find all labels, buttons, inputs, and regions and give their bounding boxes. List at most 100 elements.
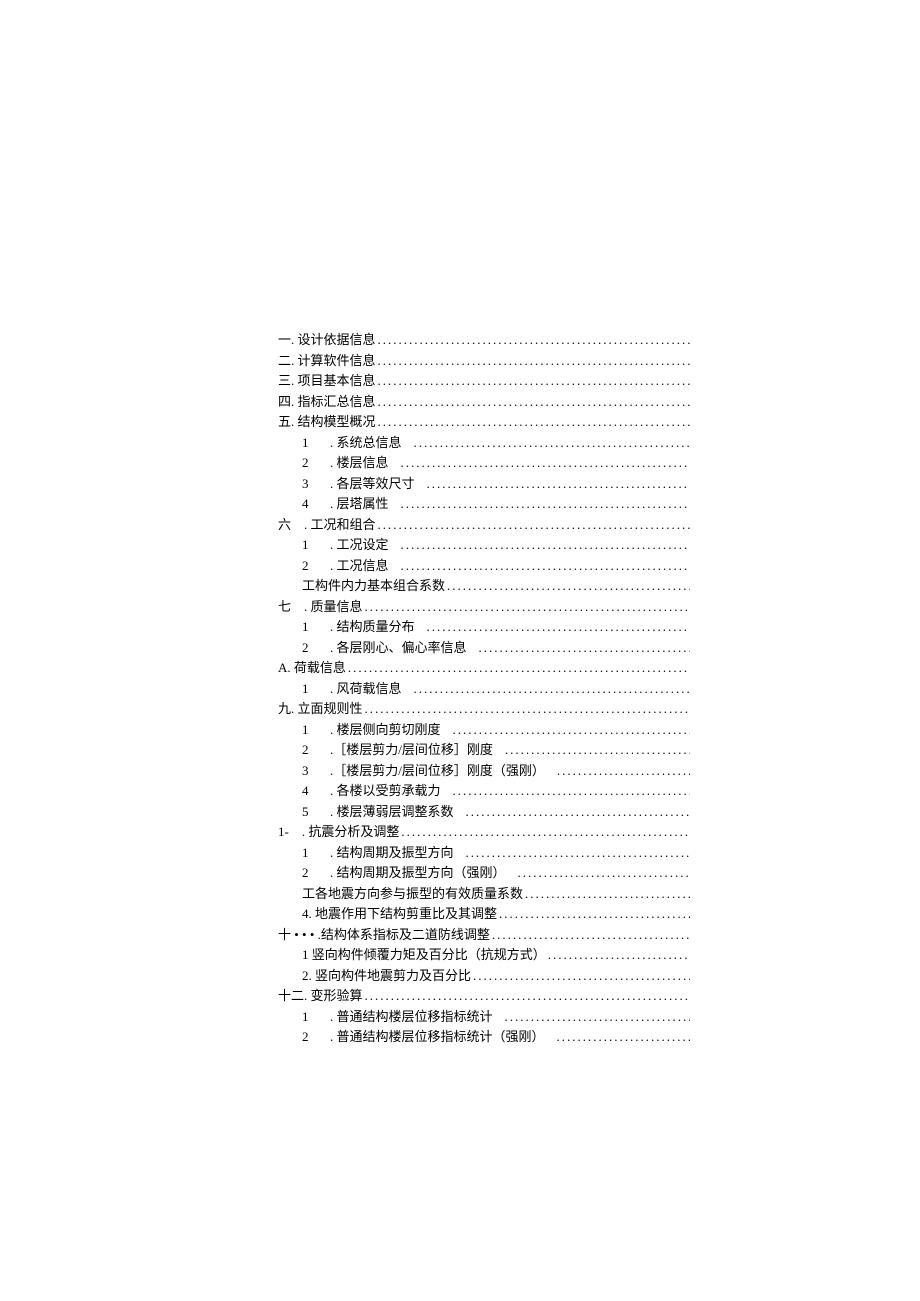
toc-subentry: 1. 风荷载信息 [278,679,690,700]
toc-label: 1- . 抗震分析及调整 [278,822,399,843]
toc-leader [363,699,690,720]
toc-label: 1. 结构周期及振型方向 [302,843,464,864]
toc-leader [503,1007,690,1028]
toc-label: 1. 风荷载信息 [302,679,412,700]
toc-label: 2. 结构周期及振型方向（强刚） [302,863,516,884]
toc-entry: 二. 计算软件信息 [278,351,690,372]
toc-label: 4. 各楼以受剪承载力 [302,781,451,802]
toc-label: 1. 普通结构楼层位移指标统计 [302,1007,503,1028]
toc-entry: 七 . 质量信息 [278,597,690,618]
toc-leader [376,330,690,351]
toc-leader [471,966,690,987]
toc-leader [464,802,690,823]
toc-leader [451,781,690,802]
toc-label: 十二. 变形验算 [278,986,363,1007]
toc-subentry: 工各地震方向参与振型的有效质量系数 [278,884,690,905]
toc-entry: 九. 立面规则性 [278,699,690,720]
toc-subentry: 1. 普通结构楼层位移指标统计 [278,1007,690,1028]
toc-entry: 十 • • • .结构体系指标及二道防线调整 [278,925,690,946]
toc-leader [363,597,690,618]
toc-leader [376,515,690,536]
toc-leader [399,556,690,577]
toc-leader [490,925,690,946]
toc-subentry: 1 竖向构件倾覆力矩及百分比（抗规方式） [278,945,690,966]
toc-label: 1 竖向构件倾覆力矩及百分比（抗规方式） [302,945,546,966]
toc-subentry: 1. 系统总信息 [278,433,690,454]
toc-leader [376,392,690,413]
toc-subentry: 2. 普通结构楼层位移指标统计（强刚） [278,1027,690,1048]
toc-label: 2. 各层刚心、偏心率信息 [302,638,477,659]
toc-subentry: 4. 各楼以受剪承载力 [278,781,690,802]
toc-entry: A. 荷载信息 [278,658,690,679]
toc-label: 十 • • • .结构体系指标及二道防线调整 [278,925,490,946]
toc-leader [376,412,690,433]
toc-subentry: 2. 楼层信息 [278,453,690,474]
toc-subentry: 3.［楼层剪力/层间位移］刚度（强刚） [278,761,690,782]
toc-leader [412,433,690,454]
toc-leader [516,863,690,884]
toc-label: 2. 工况信息 [302,556,399,577]
toc-leader [523,884,690,905]
toc-entry: 十二. 变形验算 [278,986,690,1007]
toc-label: 二. 计算软件信息 [278,351,376,372]
toc-label: 七 . 质量信息 [278,597,363,618]
toc-subentry: 2.［楼层剪力/层间位移］刚度 [278,740,690,761]
toc-leader [399,535,690,556]
toc-leader [555,761,690,782]
toc-subentry: 1. 工况设定 [278,535,690,556]
toc-leader [399,494,690,515]
toc-label: 3. 各层等效尺寸 [302,474,425,495]
toc-subentry: 5. 楼层薄弱层调整系数 [278,802,690,823]
toc-label: 1. 工况设定 [302,535,399,556]
toc-label: 2. 楼层信息 [302,453,399,474]
toc-subentry: 2. 工况信息 [278,556,690,577]
toc-label: 2.［楼层剪力/层间位移］刚度 [302,740,503,761]
toc-subentry: 1. 结构质量分布 [278,617,690,638]
toc-subentry: 工构件内力基本组合系数 [278,576,690,597]
toc-label: 3.［楼层剪力/层间位移］刚度（强刚） [302,761,555,782]
toc-leader [346,658,690,679]
toc-label: 1. 结构质量分布 [302,617,425,638]
toc-leader [363,986,690,1007]
toc-leader [477,638,690,659]
toc-leader [546,945,690,966]
toc-label: 一. 设计依据信息 [278,330,376,351]
toc-leader [555,1027,690,1048]
toc-subentry: 4. 层塔属性 [278,494,690,515]
toc-label: 5. 楼层薄弱层调整系数 [302,802,464,823]
toc-subentry: 2. 结构周期及振型方向（强刚） [278,863,690,884]
toc-entry: 一. 设计依据信息 [278,330,690,351]
toc-label: 1. 系统总信息 [302,433,412,454]
toc-leader [376,351,690,372]
document-page: 一. 设计依据信息 二. 计算软件信息 三. 项目基本信息 四. 指标汇总信息 … [0,0,920,1301]
toc-label: 五. 结构模型概况 [278,412,376,433]
toc-leader [376,371,690,392]
toc-label: 三. 项目基本信息 [278,371,376,392]
toc-subentry: 4. 地震作用下结构剪重比及其调整 [278,904,690,925]
toc-label: A. 荷载信息 [278,658,346,679]
toc-label: 4. 层塔属性 [302,494,399,515]
toc-label: 2. 普通结构楼层位移指标统计（强刚） [302,1027,555,1048]
toc-leader [425,474,690,495]
toc-leader [425,617,690,638]
toc-label: 工构件内力基本组合系数 [302,576,445,597]
toc-subentry: 1. 楼层侧向剪切刚度 [278,720,690,741]
toc-entry: 四. 指标汇总信息 [278,392,690,413]
toc-leader [445,576,690,597]
toc-subentry: 1. 结构周期及振型方向 [278,843,690,864]
toc-label: 四. 指标汇总信息 [278,392,376,413]
toc-leader [412,679,690,700]
toc-label: 六 . 工况和组合 [278,515,376,536]
toc-subentry: 3. 各层等效尺寸 [278,474,690,495]
toc-entry: 五. 结构模型概况 [278,412,690,433]
toc-label: 2. 竖向构件地震剪力及百分比 [302,966,471,987]
toc-entry: 六 . 工况和组合 [278,515,690,536]
toc-leader [399,822,690,843]
toc-subentry: 2. 各层刚心、偏心率信息 [278,638,690,659]
toc-leader [497,904,690,925]
toc-label: 1. 楼层侧向剪切刚度 [302,720,451,741]
toc-leader [399,453,690,474]
toc-entry: 1- . 抗震分析及调整 [278,822,690,843]
toc-leader [464,843,690,864]
toc-leader [503,740,690,761]
